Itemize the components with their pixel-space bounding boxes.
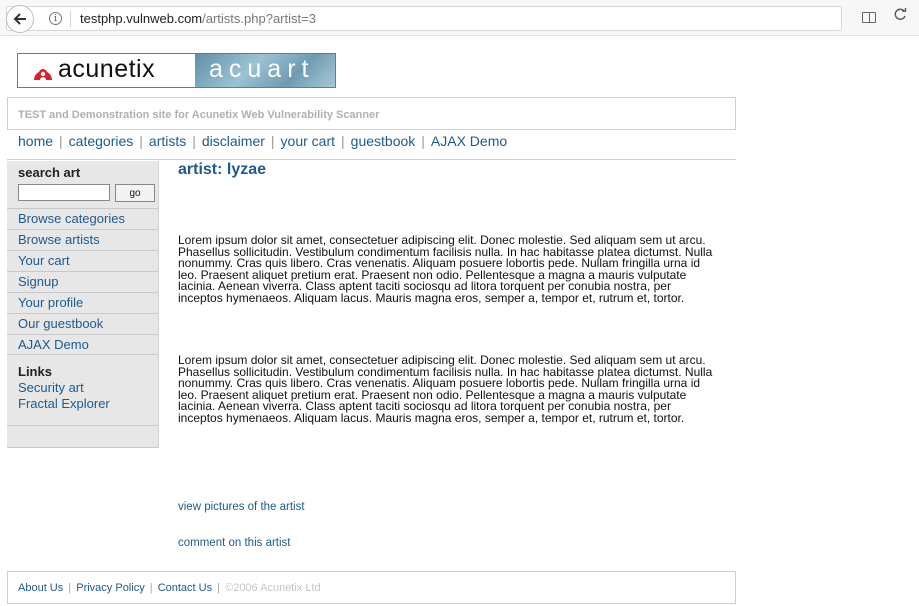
- sidebar-item-ajax-demo[interactable]: AJAX Demo: [7, 334, 158, 355]
- footer: About Us | Privacy Policy | Contact Us |…: [7, 571, 736, 604]
- logo-subtext: acuart: [209, 55, 315, 83]
- top-navigation: home | categories | artists | disclaimer | your …: [18, 133, 508, 149]
- sidebar-divider: [7, 425, 158, 426]
- footer-contact-us[interactable]: Contact Us: [158, 582, 212, 594]
- url-separator: [70, 11, 71, 27]
- reader-view-icon[interactable]: [862, 12, 876, 23]
- reload-icon[interactable]: [894, 8, 907, 24]
- sidebar-item-browse-categories[interactable]: Browse categories: [7, 208, 158, 229]
- nav-ajax-demo[interactable]: AJAX Demo: [431, 133, 507, 149]
- tagline-bar: TEST and Demonstration site for Acunetix…: [7, 97, 736, 130]
- view-pictures-link[interactable]: view pictures of the artist: [178, 501, 305, 513]
- link-fractal-explorer[interactable]: Fractal Explorer: [18, 396, 110, 412]
- nav-home[interactable]: home: [18, 133, 53, 149]
- sidebar-item-our-guestbook[interactable]: Our guestbook: [7, 313, 158, 334]
- links-list: Security art Fractal Explorer: [18, 380, 110, 412]
- logo-text: acunetix: [58, 55, 156, 83]
- nav-categories[interactable]: categories: [69, 133, 134, 149]
- sidebar: search art go Browse categories Browse a…: [7, 161, 159, 448]
- back-button[interactable]: [6, 5, 34, 33]
- nav-disclaimer[interactable]: disclaimer: [202, 133, 265, 149]
- browser-toolbar: i testphp.vulnweb.com/artists.php?artist…: [0, 0, 919, 36]
- footer-copyright: ©2006 Acunetix Ltd: [225, 582, 321, 594]
- sidebar-item-signup[interactable]: Signup: [7, 271, 158, 292]
- footer-about-us[interactable]: About Us: [18, 582, 63, 594]
- page-title: artist: lyzae: [178, 161, 267, 178]
- nav-guestbook[interactable]: guestbook: [351, 133, 416, 149]
- footer-links: About Us | Privacy Policy | Contact Us |…: [18, 582, 321, 594]
- artist-description-2: Lorem ipsum dolor sit amet, consectetuer…: [178, 353, 713, 425]
- artist-description-1: Lorem ipsum dolor sit amet, consectetuer…: [178, 233, 713, 305]
- info-icon[interactable]: i: [49, 12, 62, 25]
- nav-divider: [7, 159, 736, 160]
- back-arrow-icon: [13, 13, 26, 25]
- search-input[interactable]: [18, 184, 110, 201]
- links-title: Links: [18, 364, 52, 379]
- nav-artists[interactable]: artists: [149, 133, 186, 149]
- link-security-art[interactable]: Security art: [18, 380, 110, 396]
- tagline: TEST and Demonstration site for Acunetix…: [18, 109, 380, 121]
- site-logo[interactable]: acunetix acuart: [17, 53, 336, 88]
- nav-your-cart[interactable]: your cart: [281, 133, 335, 149]
- sidebar-item-your-profile[interactable]: Your profile: [7, 292, 158, 313]
- sidebar-menu: Browse categories Browse artists Your ca…: [7, 208, 158, 355]
- url-text[interactable]: testphp.vulnweb.com/artists.php?artist=3: [80, 11, 316, 26]
- acunetix-logo-icon: [34, 69, 52, 80]
- address-bar[interactable]: i testphp.vulnweb.com/artists.php?artist…: [6, 5, 842, 33]
- footer-privacy-policy[interactable]: Privacy Policy: [76, 582, 144, 594]
- search-title: search art: [18, 165, 81, 180]
- sidebar-item-browse-artists[interactable]: Browse artists: [7, 229, 158, 250]
- go-button[interactable]: go: [115, 184, 155, 202]
- sidebar-item-your-cart[interactable]: Your cart: [7, 250, 158, 271]
- comment-link[interactable]: comment on this artist: [178, 537, 290, 549]
